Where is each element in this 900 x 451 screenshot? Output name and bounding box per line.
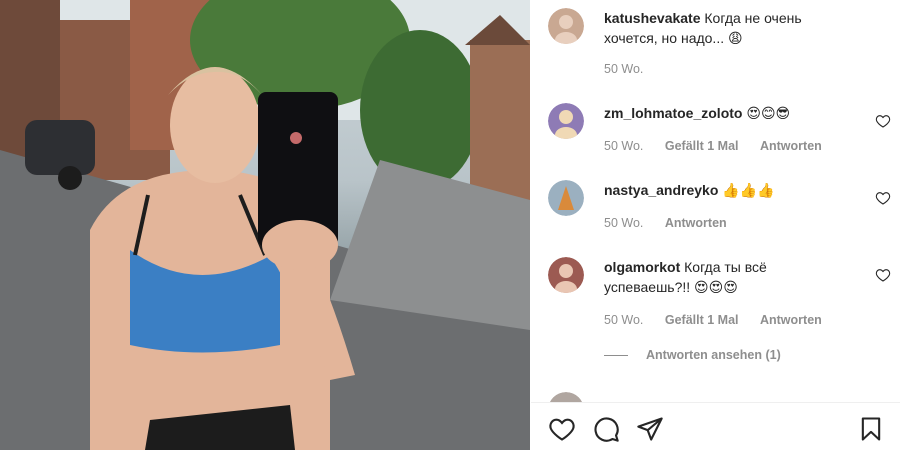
avatar[interactable] bbox=[548, 8, 584, 44]
avatar[interactable] bbox=[548, 392, 584, 402]
comment-time[interactable]: 50 Wo. bbox=[604, 62, 643, 76]
photo-illustration bbox=[0, 0, 530, 450]
bookmark-icon[interactable] bbox=[857, 415, 885, 443]
comment-username[interactable]: zm_lohmatoe_zoloto bbox=[604, 105, 742, 121]
comment-time[interactable]: 50 Wo. bbox=[604, 313, 643, 327]
comment-emoji: 😍😍😍 bbox=[694, 280, 738, 296]
comment-username[interactable]: nastya_andreyko bbox=[604, 182, 718, 198]
comment-likes[interactable]: Gefällt 1 Mal bbox=[665, 313, 739, 327]
comment-body: nastya_andreyko 👍👍👍 bbox=[604, 180, 854, 201]
comment-username[interactable]: olgamorkot bbox=[604, 259, 680, 275]
comment-emoji: 😍😊😎 bbox=[746, 106, 791, 122]
comment-emoji: 😩 bbox=[728, 31, 743, 47]
comment-emoji: 👍👍👍 bbox=[722, 183, 775, 199]
view-replies-label: Antworten ansehen (1) bbox=[646, 348, 781, 362]
post-photo[interactable] bbox=[0, 0, 530, 450]
comments-list[interactable]: katushevakate Когда не очень хочется, но… bbox=[531, 0, 900, 402]
comment-meta: 50 Wo. bbox=[604, 62, 661, 76]
share-icon[interactable] bbox=[636, 415, 664, 443]
comment-time[interactable]: 50 Wo. bbox=[604, 139, 643, 153]
reply-button[interactable]: Antworten bbox=[760, 313, 822, 327]
comment-time[interactable]: 50 Wo. bbox=[604, 216, 643, 230]
comment-icon[interactable] bbox=[592, 415, 620, 443]
heart-icon[interactable] bbox=[548, 415, 576, 443]
heart-icon[interactable] bbox=[875, 190, 891, 206]
avatar[interactable] bbox=[548, 180, 584, 216]
reply-button[interactable]: Antworten bbox=[665, 216, 727, 230]
avatar[interactable] bbox=[548, 103, 584, 139]
comment-body: zm_lohmatoe_zoloto 😍😊😎 bbox=[604, 103, 854, 124]
comment-meta: 50 Wo. Gefällt 1 Mal Antworten bbox=[604, 313, 840, 327]
comment-body: katushevakate Когда не очень хочется, но… bbox=[604, 8, 854, 49]
comment-meta: 50 Wo. Gefällt 1 Mal Antworten bbox=[604, 139, 840, 153]
comments-panel: katushevakate Когда не очень хочется, но… bbox=[531, 0, 900, 451]
heart-icon[interactable] bbox=[875, 267, 891, 283]
comment-username[interactable]: katushevakate bbox=[604, 10, 701, 26]
comment-meta: 50 Wo. Antworten bbox=[604, 216, 745, 230]
heart-icon[interactable] bbox=[875, 113, 891, 129]
post-actions bbox=[531, 402, 900, 451]
view-replies-button[interactable]: Antworten ansehen (1) bbox=[604, 348, 781, 362]
avatar[interactable] bbox=[548, 257, 584, 293]
comment-body: olgamorkot Когда ты всё успеваешь?!! 😍😍😍 bbox=[604, 257, 854, 298]
comment-likes[interactable]: Gefällt 1 Mal bbox=[665, 139, 739, 153]
reply-button[interactable]: Antworten bbox=[760, 139, 822, 153]
divider bbox=[604, 355, 628, 357]
